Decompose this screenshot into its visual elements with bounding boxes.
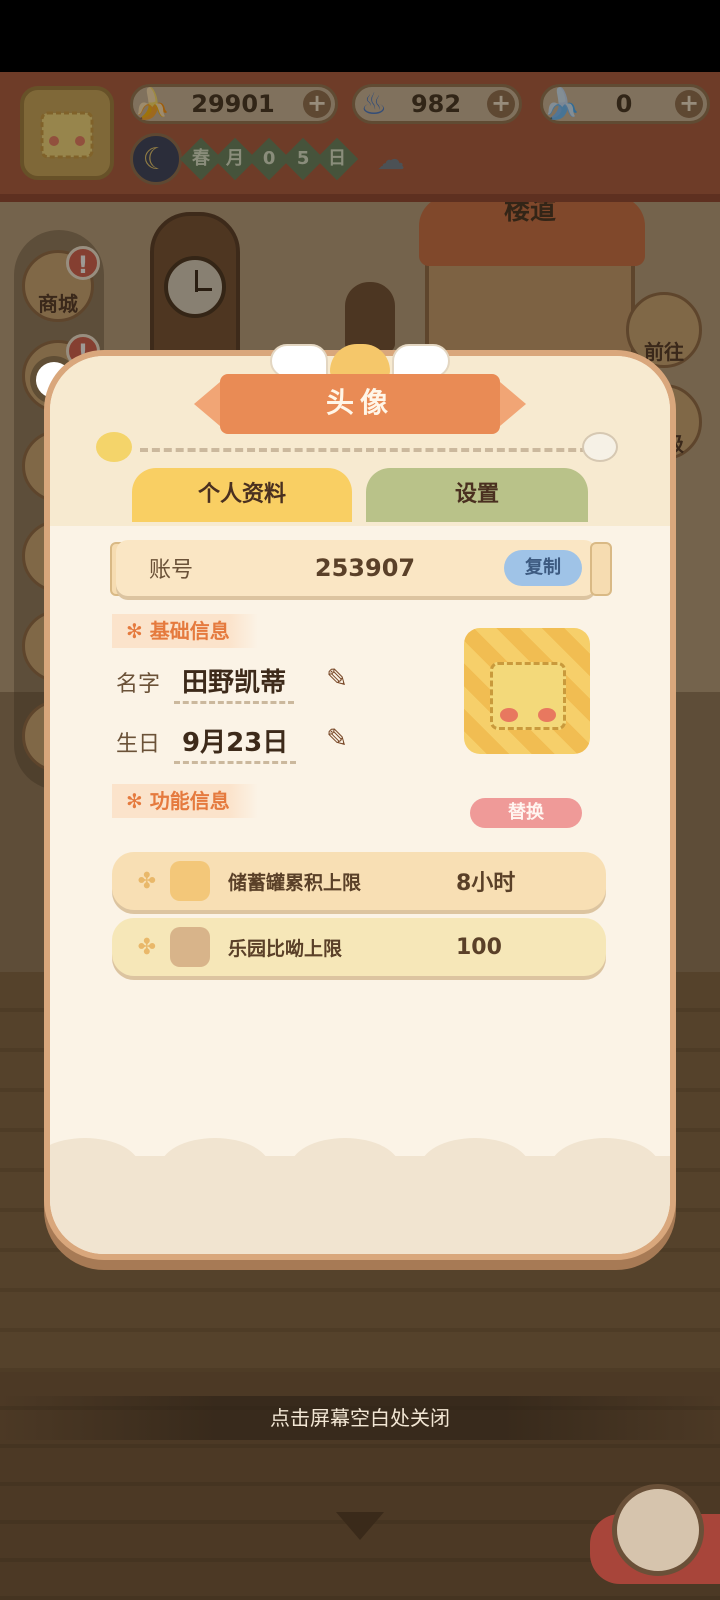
dialog-footer-wave bbox=[50, 1138, 670, 1254]
wing-icon bbox=[392, 344, 450, 378]
edit-name-pencil-icon[interactable]: ✎ bbox=[322, 664, 352, 694]
pets-icon bbox=[170, 927, 210, 967]
birthday-label: 生日 bbox=[116, 732, 161, 757]
close-hint: 点击屏幕空白处关闭 bbox=[0, 1396, 720, 1440]
tab-settings[interactable]: 设置 bbox=[366, 468, 588, 522]
name-label: 名字 bbox=[116, 672, 161, 697]
wave-bump bbox=[290, 1138, 400, 1198]
status-bar bbox=[0, 0, 720, 72]
row-value: 100 bbox=[456, 934, 502, 960]
row-label: 储蓄罐累积上限 bbox=[228, 871, 362, 894]
clover-icon: ✤ bbox=[137, 868, 156, 894]
wave-bump bbox=[50, 1138, 140, 1198]
dialog-title: 头像 bbox=[194, 374, 526, 434]
account-label: 账号 bbox=[148, 558, 193, 583]
yellow-chick-icon bbox=[96, 432, 132, 462]
toast-avatar-icon bbox=[490, 662, 566, 730]
replace-avatar-button[interactable]: 替换 bbox=[470, 798, 582, 828]
account-row: 账号 253907 复制 bbox=[116, 540, 596, 596]
account-id: 253907 bbox=[314, 554, 416, 582]
avatar-cheek bbox=[500, 708, 518, 722]
wing-icon bbox=[270, 344, 328, 378]
list-item: ✤ 乐园比呦上限 100 bbox=[112, 918, 606, 976]
wave-bump bbox=[420, 1138, 530, 1198]
white-chick-icon bbox=[582, 432, 618, 462]
profile-dialog: 个人资料 设置 账号 253907 复制 ✻ 基础信息 名字 田野凯蒂 ✎ 生日… bbox=[44, 350, 676, 1260]
wave-bump bbox=[160, 1138, 270, 1198]
edit-birthday-pencil-icon[interactable]: ✎ bbox=[322, 724, 352, 754]
function-info-tag: ✻ 功能信息 bbox=[112, 784, 258, 818]
basic-info-tag: ✻ 基础信息 bbox=[112, 614, 258, 648]
row-value: 8小时 bbox=[456, 871, 516, 896]
yarn-ball-icon[interactable] bbox=[612, 1484, 704, 1576]
wave-bump bbox=[550, 1138, 660, 1198]
piggy-bank-icon bbox=[170, 861, 210, 901]
chevron-down-icon[interactable] bbox=[336, 1512, 384, 1540]
row-label: 乐园比呦上限 bbox=[228, 937, 343, 960]
clover-icon: ✤ bbox=[137, 934, 156, 960]
copy-button[interactable]: 复制 bbox=[504, 550, 582, 586]
dashed-divider bbox=[140, 448, 600, 452]
list-item: ✤ 储蓄罐累积上限 8小时 bbox=[112, 852, 606, 910]
scroll-end-right bbox=[590, 542, 612, 596]
avatar-cheek bbox=[538, 708, 556, 722]
name-value: 田野凯蒂 bbox=[174, 662, 295, 704]
birthday-value: 9月23日 bbox=[174, 722, 297, 764]
current-avatar[interactable] bbox=[464, 628, 590, 754]
tab-profile[interactable]: 个人资料 bbox=[132, 468, 352, 522]
